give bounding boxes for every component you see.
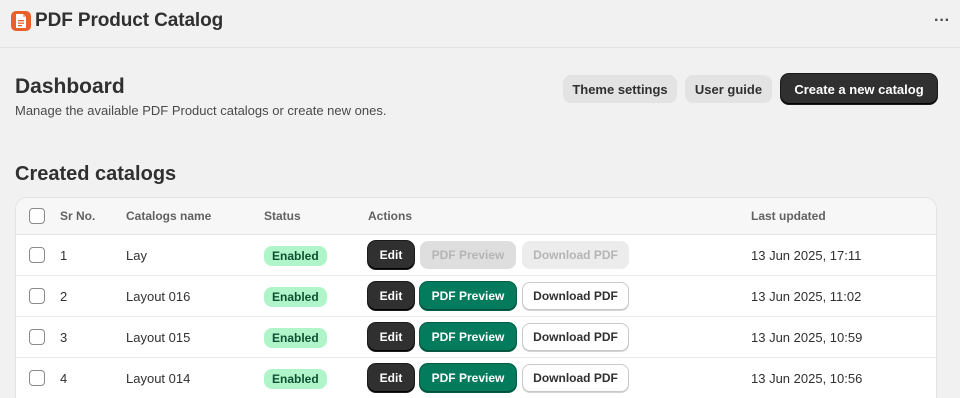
pdf-preview-button[interactable]: PDF Preview xyxy=(420,282,516,310)
edit-button[interactable]: Edit xyxy=(368,282,414,310)
row-checkbox[interactable] xyxy=(29,288,45,304)
row-last-updated: 13 Jun 2025, 10:59 xyxy=(751,330,863,345)
more-options-icon[interactable]: ··· xyxy=(932,13,952,32)
column-header-last-updated: Last updated xyxy=(751,209,826,223)
download-pdf-button[interactable]: Download PDF xyxy=(522,282,629,310)
row-sr-no: 3 xyxy=(60,330,68,345)
column-header-sr-no: Sr No. xyxy=(60,209,96,223)
status-badge: Enabled xyxy=(264,246,327,266)
row-sr-no: 1 xyxy=(60,248,68,263)
download-pdf-button[interactable]: Download PDF xyxy=(522,364,629,392)
download-pdf-button: Download PDF xyxy=(522,241,629,269)
select-all-checkbox[interactable] xyxy=(29,208,45,224)
theme-settings-button[interactable]: Theme settings xyxy=(563,75,677,103)
table-row: 2 Layout 016 Enabled Edit PDF Preview Do… xyxy=(16,276,936,317)
table-row: 3 Layout 015 Enabled Edit PDF Preview Do… xyxy=(16,317,936,358)
row-sr-no: 4 xyxy=(60,371,68,386)
row-checkbox[interactable] xyxy=(29,247,45,263)
row-last-updated: 13 Jun 2025, 17:11 xyxy=(751,248,862,263)
edit-button[interactable]: Edit xyxy=(368,323,414,351)
page-subtitle: Manage the available PDF Product catalog… xyxy=(15,103,387,118)
edit-button[interactable]: Edit xyxy=(368,364,414,392)
column-header-name: Catalogs name xyxy=(126,209,212,223)
row-last-updated: 13 Jun 2025, 10:56 xyxy=(751,371,863,386)
pdf-preview-button[interactable]: PDF Preview xyxy=(420,364,516,392)
page-title: Dashboard xyxy=(15,75,125,98)
status-badge: Enabled xyxy=(264,328,327,348)
column-header-actions: Actions xyxy=(368,209,413,223)
pdf-preview-button: PDF Preview xyxy=(420,241,516,269)
pdf-preview-button[interactable]: PDF Preview xyxy=(420,323,516,351)
row-catalog-name: Layout 015 xyxy=(126,330,191,345)
app-topbar: PDF Product Catalog ··· xyxy=(0,0,960,48)
row-sr-no: 2 xyxy=(60,289,68,304)
catalogs-table: Sr No. Catalogs name Status Actions Last… xyxy=(15,197,937,398)
column-header-status: Status xyxy=(264,209,301,223)
row-catalog-name: Layout 016 xyxy=(126,289,191,304)
row-catalog-name: Layout 014 xyxy=(126,371,191,386)
table-row: 1 Lay Enabled Edit PDF Preview Download … xyxy=(16,235,936,276)
user-guide-button[interactable]: User guide xyxy=(685,75,772,103)
row-checkbox[interactable] xyxy=(29,329,45,345)
download-pdf-button[interactable]: Download PDF xyxy=(522,323,629,351)
app-title: PDF Product Catalog xyxy=(35,10,224,31)
create-catalog-button[interactable]: Create a new catalog xyxy=(781,74,937,104)
edit-button[interactable]: Edit xyxy=(368,241,414,269)
row-catalog-name: Lay xyxy=(126,248,147,263)
table-row: 4 Layout 014 Enabled Edit PDF Preview Do… xyxy=(16,358,936,398)
status-badge: Enabled xyxy=(264,369,327,389)
row-checkbox[interactable] xyxy=(29,370,45,386)
row-last-updated: 13 Jun 2025, 11:02 xyxy=(751,289,862,304)
section-title: Created catalogs xyxy=(15,163,177,185)
status-badge: Enabled xyxy=(264,287,327,307)
pdf-document-icon xyxy=(11,11,31,31)
table-header: Sr No. Catalogs name Status Actions Last… xyxy=(16,198,936,235)
